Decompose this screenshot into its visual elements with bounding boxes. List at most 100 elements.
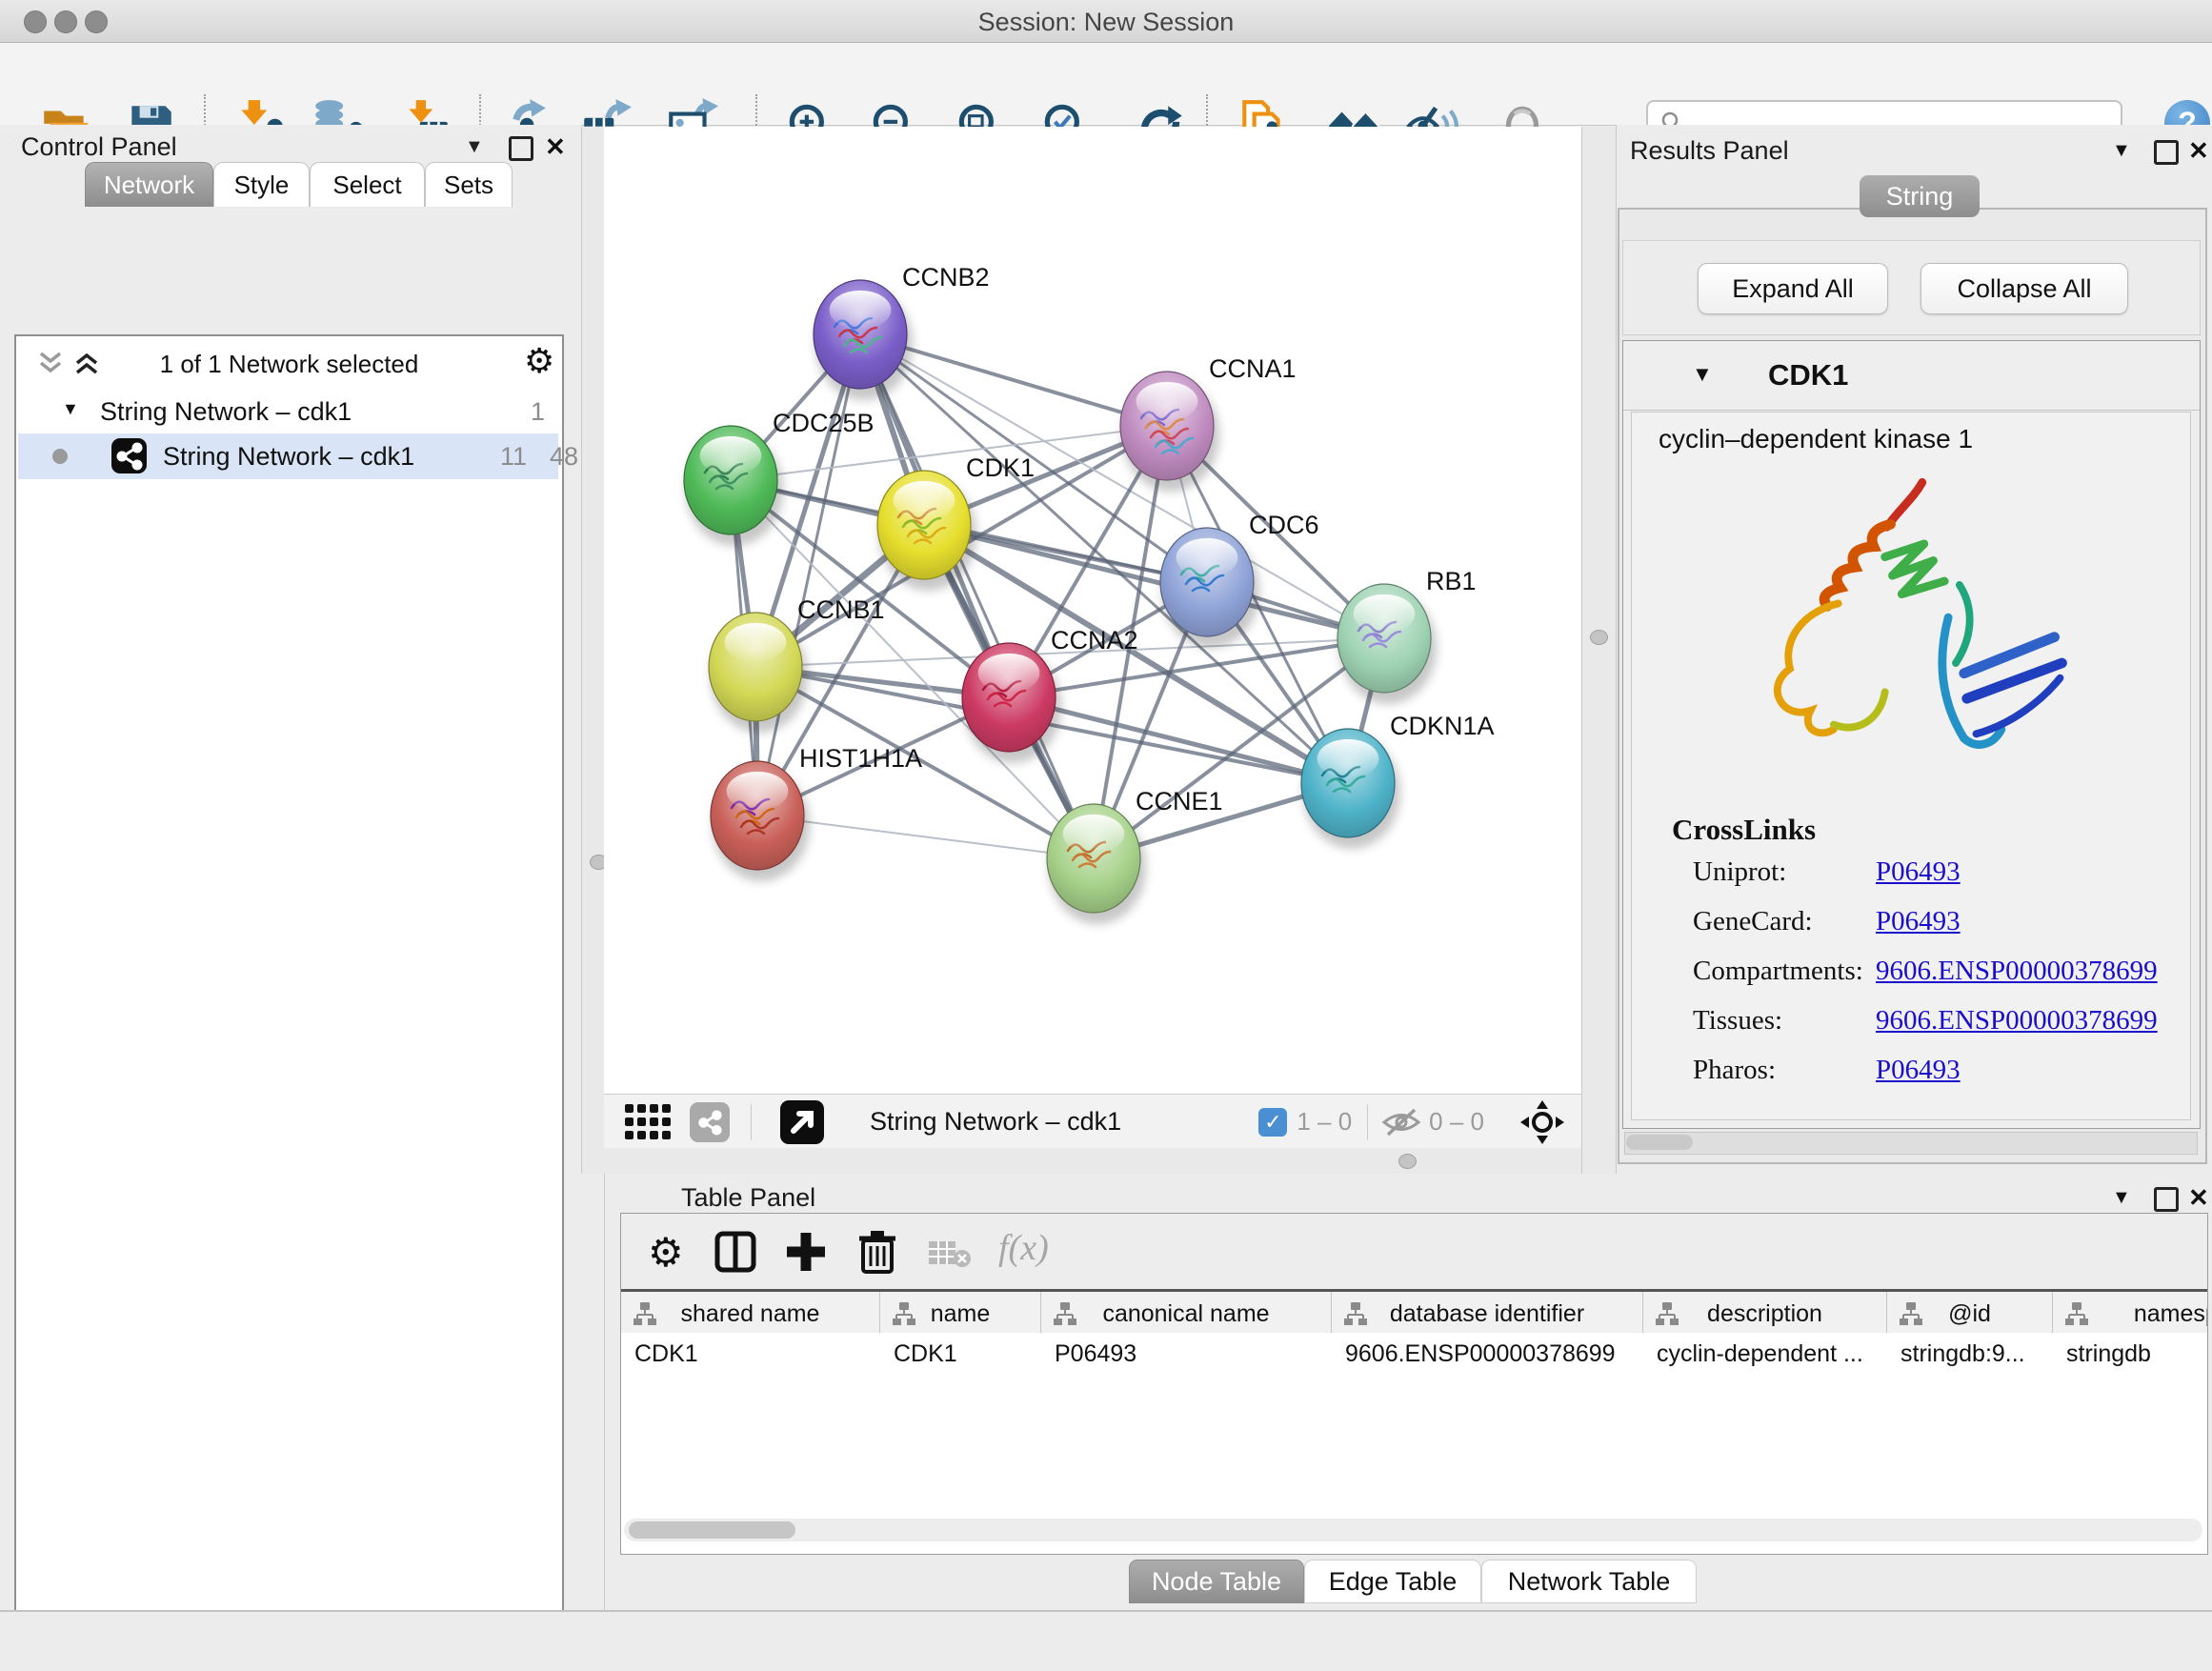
- tab-sets[interactable]: Sets: [425, 162, 513, 207]
- network-collection-row[interactable]: ▼ String Network – cdk1 1: [16, 392, 562, 433]
- main-toolbar: ?: [0, 43, 2212, 126]
- tab-edge-table[interactable]: Edge Table: [1304, 1560, 1481, 1603]
- expand-all-button[interactable]: Expand All: [1698, 263, 1888, 314]
- table-panel-collapse-icon[interactable]: ▼: [2112, 1187, 2131, 1209]
- delete-table-icon-disabled: [928, 1238, 972, 1269]
- crosslink-label: Tissues:: [1693, 1005, 1782, 1037]
- table-cell[interactable]: P06493: [1041, 1333, 1332, 1375]
- tab-network-table[interactable]: Network Table: [1481, 1560, 1697, 1603]
- control-panel-close-icon[interactable]: ✕: [545, 132, 566, 162]
- function-builder-icon-disabled: f(x): [998, 1227, 1049, 1269]
- node-label-CCNA2: CCNA2: [1051, 626, 1138, 654]
- protein-structure-image: [1713, 454, 2113, 790]
- crosslink-label: Uniprot:: [1693, 856, 1786, 888]
- network-row[interactable]: String Network – cdk1 11 48: [18, 433, 558, 479]
- cdk1-entry-header[interactable]: ▼ CDK1: [1623, 341, 2200, 411]
- tab-style[interactable]: Style: [213, 162, 310, 207]
- table-panel-close-icon[interactable]: ✕: [2188, 1183, 2209, 1213]
- results-panel-collapse-icon[interactable]: ▼: [2112, 140, 2131, 162]
- table-cell[interactable]: 9606.ENSP00000378699: [1332, 1333, 1643, 1375]
- control-panel-collapse-icon[interactable]: ▼: [465, 136, 484, 158]
- node-label-CCNB2: CCNB2: [902, 263, 990, 292]
- network-list-panel: 1 of 1 Network selected ⚙ ▼ String Netwo…: [14, 334, 564, 1671]
- crosslink-link[interactable]: P06493: [1876, 906, 1961, 937]
- crosslink-link[interactable]: 9606.ENSP00000378699: [1876, 956, 2158, 987]
- column-header-name[interactable]: name: [880, 1292, 1041, 1336]
- column-header-label: database identifier: [1332, 1300, 1642, 1328]
- entry-expander-icon[interactable]: ▼: [1692, 362, 1713, 387]
- network-edge-count: 48: [531, 442, 578, 472]
- table-row[interactable]: CDK1CDK1P064939606.ENSP00000378699cyclin…: [621, 1333, 2208, 1375]
- cytoscape-window: Session: New Session: [0, 0, 2212, 1671]
- table-cell[interactable]: stringdb: [2053, 1333, 2208, 1375]
- edge-CCNB2-CCNE1[interactable]: [860, 334, 1094, 858]
- horizontal-splitter[interactable]: [604, 1148, 1581, 1174]
- table-hscrollbar-thumb[interactable]: [629, 1521, 795, 1539]
- collapse-all-button[interactable]: Collapse All: [1920, 263, 2128, 314]
- table-cell[interactable]: CDK1: [621, 1333, 880, 1375]
- delete-column-icon[interactable]: [857, 1229, 897, 1275]
- control-panel-float-icon[interactable]: [509, 136, 533, 161]
- crosslink-row: Uniprot: P06493: [1632, 856, 2190, 895]
- results-scrollbar[interactable]: [1624, 1132, 2198, 1155]
- network-row-label: String Network – cdk1: [163, 442, 414, 472]
- column-header-namespace[interactable]: namespace: [2053, 1292, 2208, 1336]
- control-panel: Control Panel ▼ ✕ Network Style Select S…: [0, 125, 581, 1610]
- tab-select[interactable]: Select: [310, 162, 425, 207]
- crosslink-label: Compartments:: [1693, 956, 1863, 987]
- node-label-HIST1H1A: HIST1H1A: [799, 744, 922, 773]
- status-bar: Memory: [0, 1610, 2212, 1671]
- results-tab-string[interactable]: String: [1860, 175, 1980, 217]
- add-column-icon[interactable]: [785, 1231, 827, 1273]
- birds-eye-grid-icon[interactable]: [625, 1104, 673, 1140]
- crosslink-label: Pharos:: [1693, 1055, 1776, 1086]
- node-label-CDC25B: CDC25B: [773, 409, 875, 437]
- column-header-canonical-name[interactable]: canonical name: [1041, 1292, 1332, 1336]
- column-header-database-identifier[interactable]: database identifier: [1332, 1292, 1643, 1336]
- open-in-new-window-icon[interactable]: [780, 1100, 824, 1144]
- column-header-label: shared name: [621, 1300, 879, 1328]
- results-scrollbar-thumb[interactable]: [1626, 1135, 1693, 1150]
- column-header-description[interactable]: description: [1643, 1292, 1887, 1336]
- fit-content-crosshair-icon[interactable]: [1520, 1100, 1564, 1144]
- tab-node-table[interactable]: Node Table: [1129, 1560, 1304, 1603]
- entry-description: cyclin–dependent kinase 1: [1659, 424, 1973, 454]
- edge-CDK1-RB1[interactable]: [924, 525, 1384, 638]
- table-cell[interactable]: stringdb:9...: [1887, 1333, 2053, 1375]
- splitter-handle[interactable]: [1590, 630, 1608, 645]
- crosslink-link[interactable]: P06493: [1876, 856, 1961, 888]
- splitter-handle[interactable]: [1398, 1154, 1417, 1169]
- network-view-title: String Network – cdk1: [870, 1107, 1121, 1137]
- titlebar: Session: New Session: [0, 0, 2212, 43]
- column-header-shared-name[interactable]: shared name: [621, 1292, 880, 1336]
- table-panel-title: Table Panel: [681, 1183, 815, 1213]
- toolbar-divider: [751, 1104, 752, 1140]
- right-splitter[interactable]: [1581, 127, 1617, 1174]
- crosslink-label: GeneCard:: [1693, 906, 1813, 937]
- network-canvas[interactable]: CCNB2CCNA1CDC25BCDK1CDC6RB1CCNB1CCNA2CDK…: [604, 127, 1581, 1094]
- crosslink-row: GeneCard: P06493: [1632, 906, 2190, 944]
- table-settings-gear-icon[interactable]: ⚙: [648, 1229, 684, 1276]
- string-panel-icon[interactable]: [690, 1102, 730, 1142]
- column-header--id[interactable]: @id: [1887, 1292, 2053, 1336]
- table-hscrollbar[interactable]: [624, 1519, 2202, 1541]
- show-columns-icon[interactable]: [714, 1231, 756, 1273]
- table-panel-float-icon[interactable]: [2154, 1187, 2179, 1212]
- network-options-gear-icon[interactable]: ⚙: [524, 344, 554, 378]
- table-cell[interactable]: cyclin-dependent ...: [1643, 1333, 1887, 1375]
- tab-network[interactable]: Network: [85, 162, 213, 207]
- selected-checkbox-icon[interactable]: ✓: [1258, 1108, 1287, 1137]
- results-panel-float-icon[interactable]: [2154, 140, 2179, 165]
- results-panel-close-icon[interactable]: ✕: [2188, 136, 2209, 166]
- crosslink-row: Tissues: 9606.ENSP00000378699: [1632, 1005, 2190, 1043]
- collection-expander-icon[interactable]: ▼: [62, 399, 79, 419]
- table-cell[interactable]: CDK1: [880, 1333, 1041, 1375]
- crosslinks-title: CrossLinks: [1672, 813, 1816, 847]
- network-selection-summary: 1 of 1 Network selected: [16, 350, 562, 379]
- node-label-CCNE1: CCNE1: [1136, 787, 1223, 815]
- crosslink-row: Pharos: P06493: [1632, 1055, 2190, 1093]
- crosslink-link[interactable]: 9606.ENSP00000378699: [1876, 1005, 2158, 1037]
- crosslink-link[interactable]: P06493: [1876, 1055, 1961, 1086]
- hidden-eye-icon[interactable]: [1381, 1106, 1421, 1138]
- node-label-CDKN1A: CDKN1A: [1390, 712, 1495, 740]
